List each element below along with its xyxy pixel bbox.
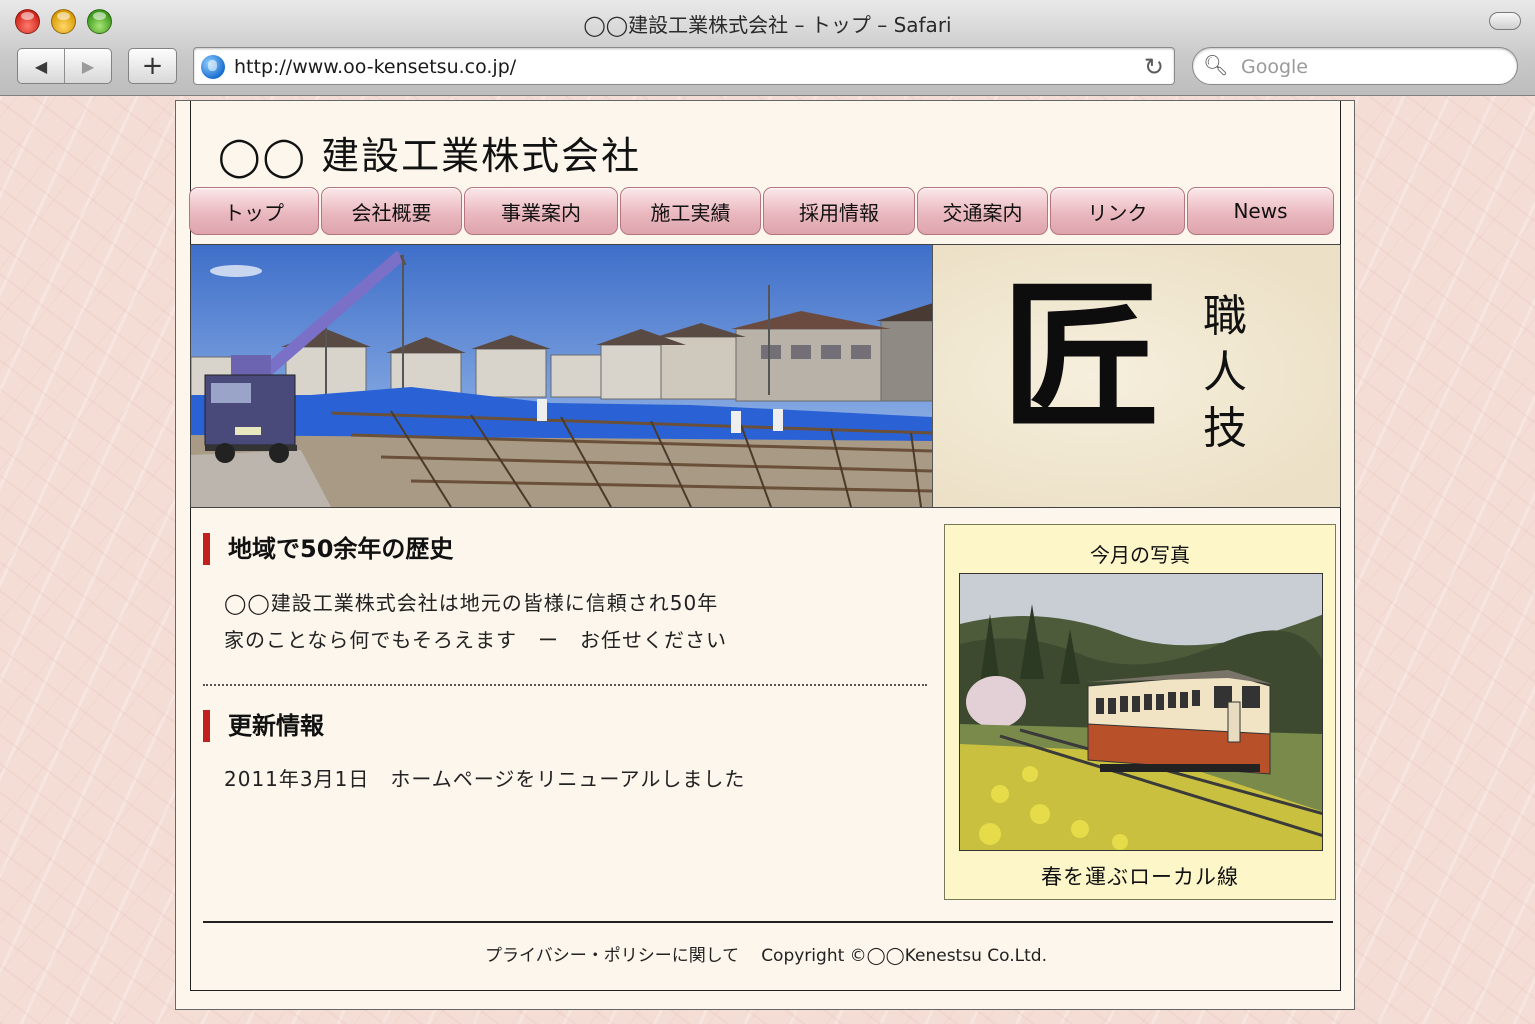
address-bar[interactable]: http://www.oo-kensetsu.co.jp/ ↻ [193, 47, 1175, 85]
history-heading: 地域で50余年の歴史 [203, 533, 453, 565]
updates-line-1: 2011年3月1日 ホームページをリニューアルしました [224, 767, 746, 791]
kanji-gi: 技 [1203, 403, 1247, 454]
photo-of-month: 今月の写真 春を運ぶローカル線 [944, 524, 1336, 900]
page-viewport: ◯◯ 建設工業株式会社 トップ 会社概要 事業案内 施工実績 採用情報 交通案内… [0, 96, 1535, 1024]
site-title[interactable]: ◯◯ 建設工業株式会社 [218, 125, 641, 180]
kanji-nin: 人 [1203, 347, 1247, 398]
search-placeholder: Google [1241, 56, 1309, 78]
kanji-takumi: 匠 [1001, 263, 1162, 451]
forward-button[interactable]: ▶ [64, 49, 111, 83]
nav-item-top[interactable]: トップ [189, 187, 319, 235]
nav-item-access[interactable]: 交通案内 [917, 187, 1048, 235]
window-title: ◯◯建設工業株式会社 – トップ – Safari [583, 13, 952, 37]
train-illustration [960, 574, 1322, 850]
url-text[interactable]: http://www.oo-kensetsu.co.jp/ [234, 56, 516, 78]
photo-of-month-title: 今月の写真 [1090, 543, 1190, 567]
footer: プライバシー・ポリシーに関して Copyright ©◯◯Kenestsu Co.… [176, 941, 1356, 966]
construction-site-photo [191, 245, 933, 507]
globe-icon [201, 55, 225, 79]
kanji-shoku: 職 [1203, 291, 1247, 342]
main-nav: トップ 会社概要 事業案内 施工実績 採用情報 交通案内 リンク News [189, 187, 1336, 235]
add-bookmark-button[interactable]: + [128, 48, 177, 84]
nav-item-company[interactable]: 会社概要 [321, 187, 462, 235]
browser-toolbar: ◯◯建設工業株式会社 – トップ – Safari ◀ ▶ + http://w… [0, 0, 1535, 96]
reload-icon[interactable]: ↻ [1144, 53, 1164, 81]
construction-illustration [191, 245, 932, 507]
privacy-policy-link[interactable]: プライバシー・ポリシーに関して [485, 946, 739, 966]
updates-heading: 更新情報 [203, 710, 324, 742]
history-nav: ◀ ▶ [17, 48, 112, 84]
footer-divider [203, 921, 1333, 923]
kanji-column: 職 人 技 [1203, 289, 1247, 457]
nav-item-works[interactable]: 施工実績 [620, 187, 761, 235]
hero-banner: 匠 職 人 技 [190, 244, 1341, 508]
back-button[interactable]: ◀ [18, 49, 64, 83]
nav-item-recruit[interactable]: 採用情報 [763, 187, 915, 235]
search-field[interactable]: 🔍︎ Google [1192, 47, 1518, 85]
section-divider [203, 684, 927, 686]
page-sheet: ◯◯ 建設工業株式会社 トップ 会社概要 事業案内 施工実績 採用情報 交通案内… [175, 100, 1355, 1010]
train-photo[interactable] [959, 573, 1323, 851]
back-arrow-icon: ◀ [34, 56, 48, 76]
copyright-text: Copyright ©◯◯Kenestsu Co.Ltd. [761, 946, 1047, 966]
photo-of-month-caption: 春を運ぶローカル線 [1041, 865, 1239, 889]
forward-arrow-icon: ▶ [81, 56, 95, 76]
toolbar-toggle-button[interactable] [1489, 12, 1521, 30]
nav-item-news[interactable]: News [1187, 187, 1334, 235]
nav-item-links[interactable]: リンク [1050, 187, 1185, 235]
history-line-1: ◯◯建設工業株式会社は地元の皆様に信頼され50年 [224, 591, 719, 615]
calligraphy-panel: 匠 職 人 技 [933, 245, 1340, 507]
search-icon: 🔍︎ [1203, 53, 1229, 77]
nav-item-business[interactable]: 事業案内 [464, 187, 618, 235]
history-line-2: 家のことなら何でもそろえます ー お任せください [224, 628, 727, 652]
plus-icon: + [141, 51, 164, 81]
